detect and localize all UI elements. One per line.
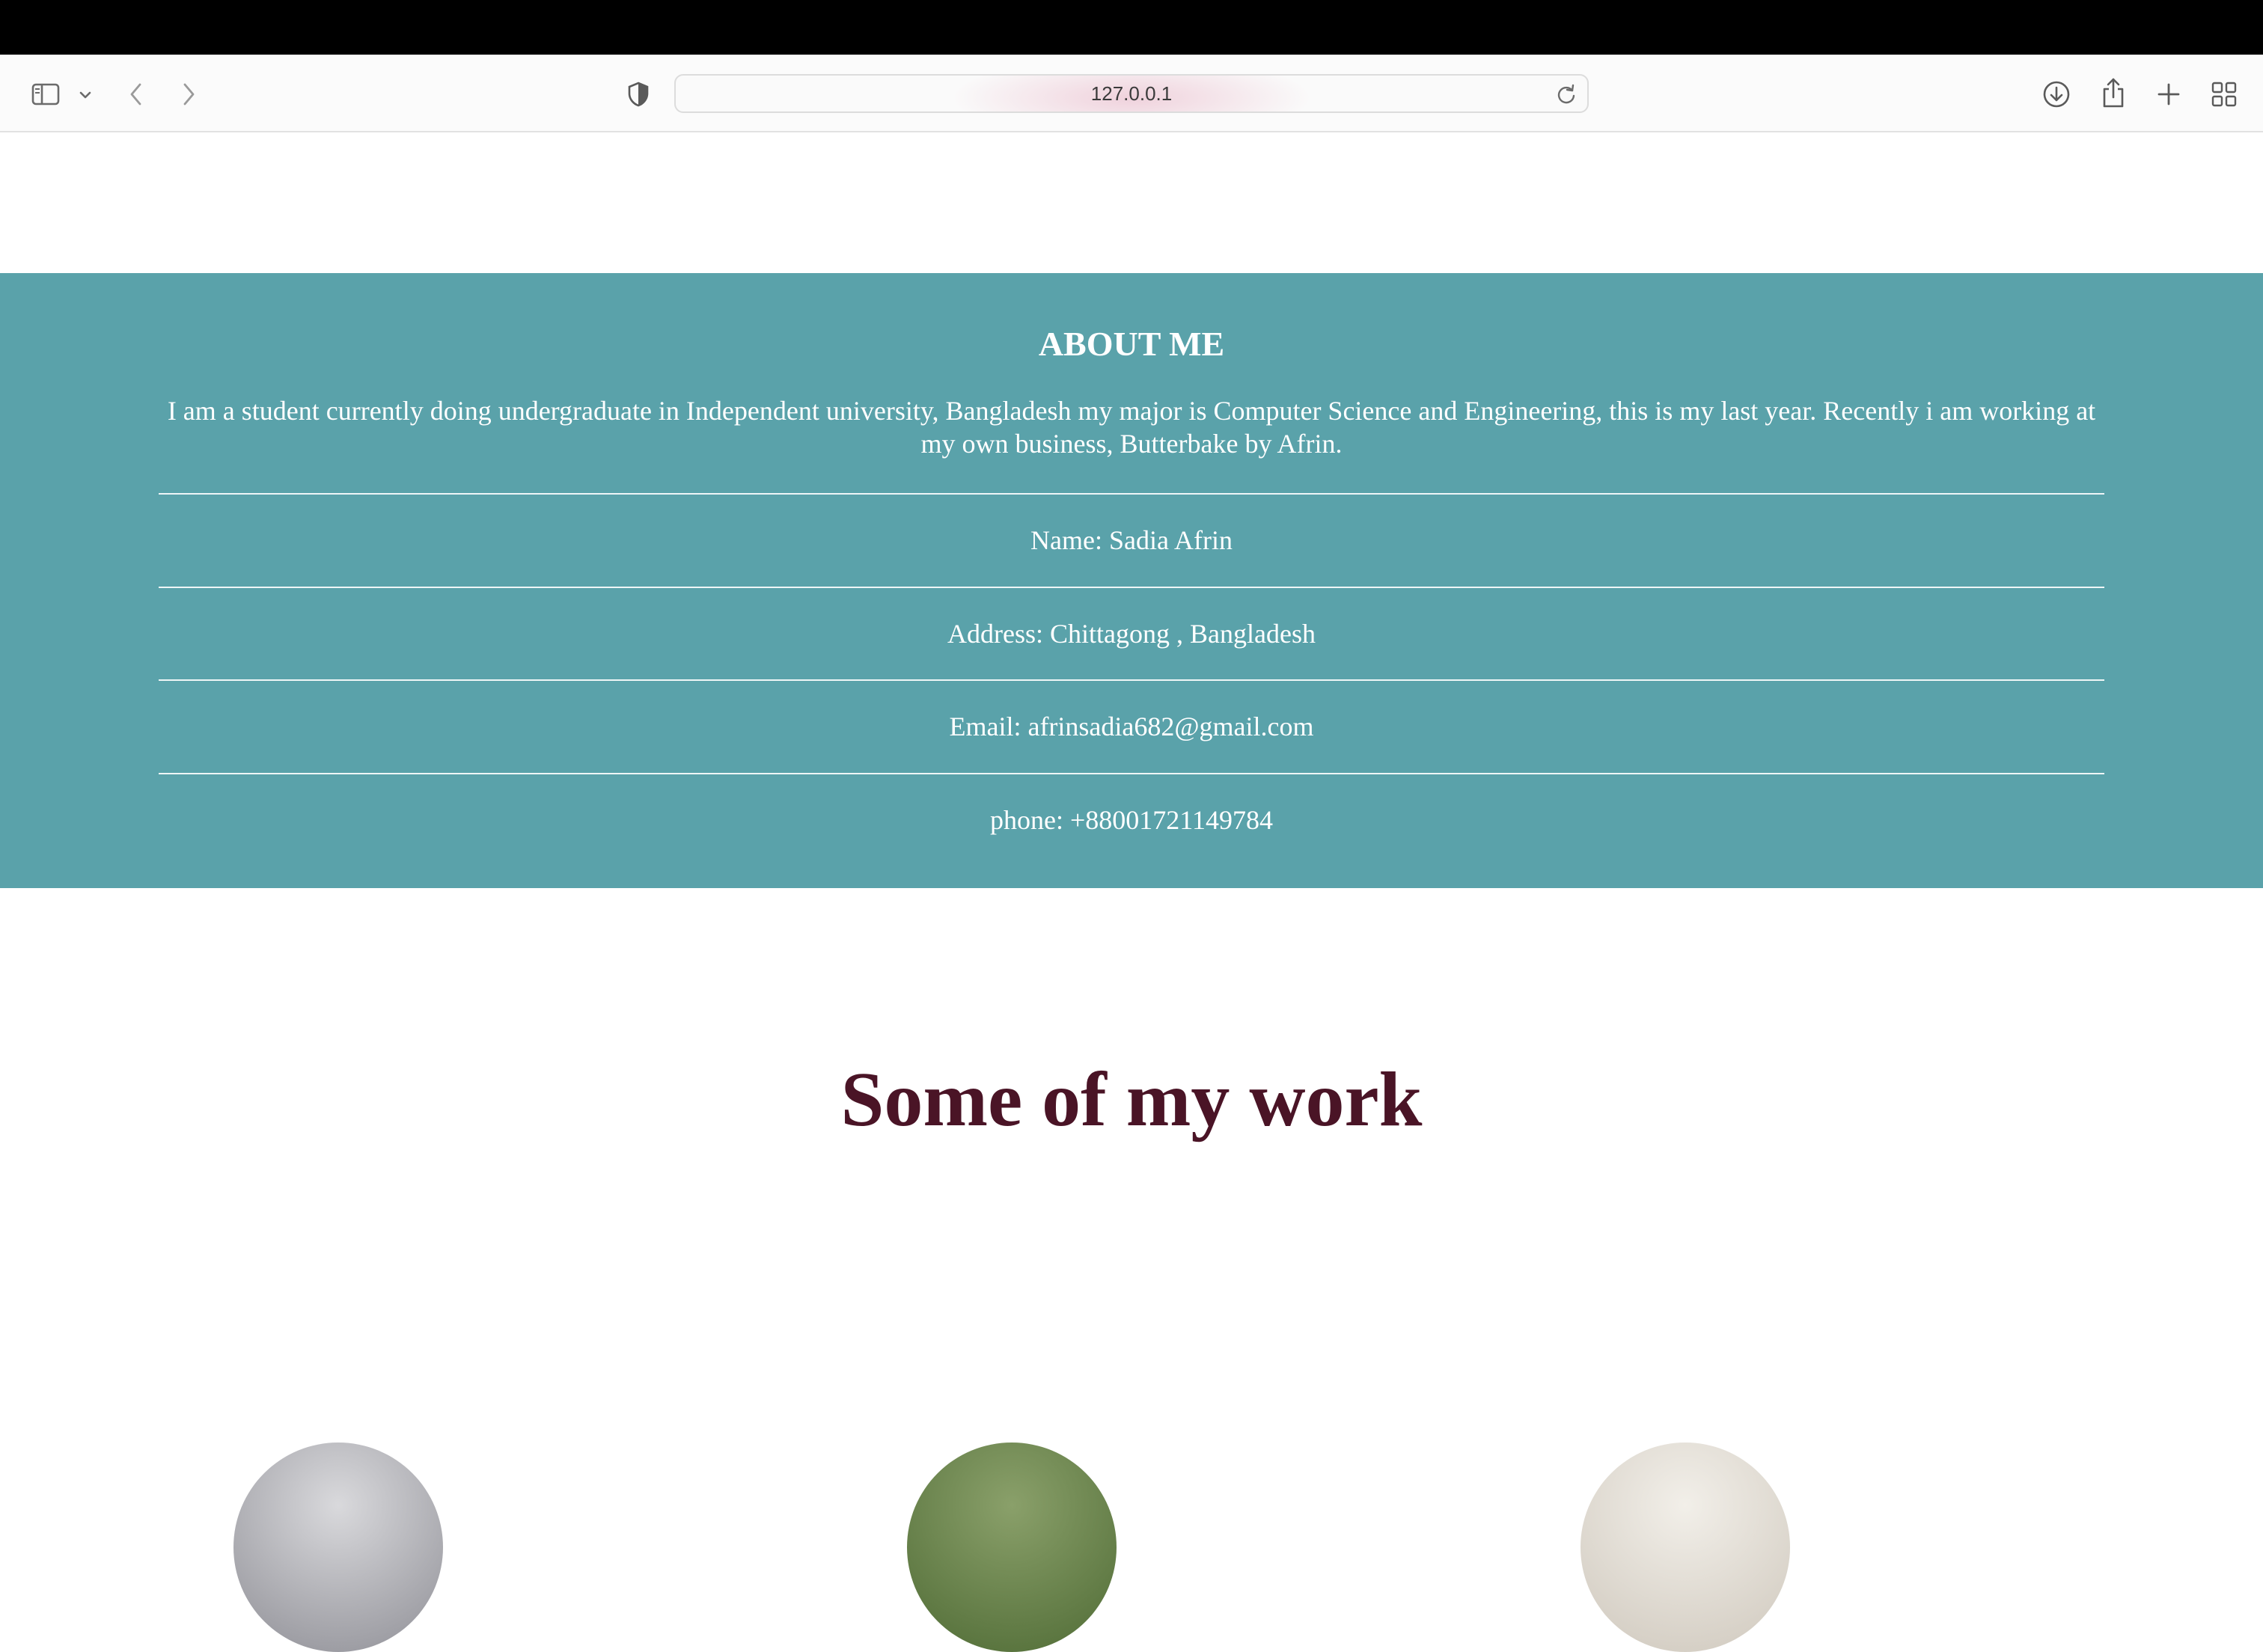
about-me-title: ABOUT ME [1038,325,1225,363]
work-thumbnail[interactable] [233,1443,443,1652]
sidebar-icon[interactable] [28,77,63,111]
shield-icon[interactable] [623,77,654,111]
chevron-right-icon[interactable] [175,77,202,111]
menu-bar [0,0,2263,55]
info-email: Email: afrinsadia682@gmail.com [949,712,1314,741]
browser-toolbar: 127.0.0.1 [0,55,2263,132]
about-me-bio: I am a student currently doing undergrad… [167,396,2096,459]
work-section-title: Some of my work [840,1056,1423,1142]
plus-icon[interactable] [2152,77,2185,111]
chevron-left-icon[interactable] [123,77,150,111]
reload-icon[interactable] [1556,84,1577,108]
about-me-section: ABOUT ME I am a student currently doing … [0,273,2263,888]
info-address: Address: Chittagong , Bangladesh [947,619,1316,649]
share-icon[interactable] [2097,74,2130,111]
chevron-down-icon[interactable] [75,85,96,105]
url-text[interactable]: 127.0.0.1 [676,76,1587,111]
info-name: Name: Sadia Afrin [1030,525,1233,555]
work-thumbnail[interactable] [907,1443,1117,1652]
info-phone: phone: +88001721149784 [990,805,1273,835]
download-icon[interactable] [2040,77,2073,111]
grid-icon[interactable] [2208,77,2241,111]
work-thumbnail[interactable] [1581,1443,1790,1652]
address-bar[interactable]: 127.0.0.1 [674,74,1589,113]
